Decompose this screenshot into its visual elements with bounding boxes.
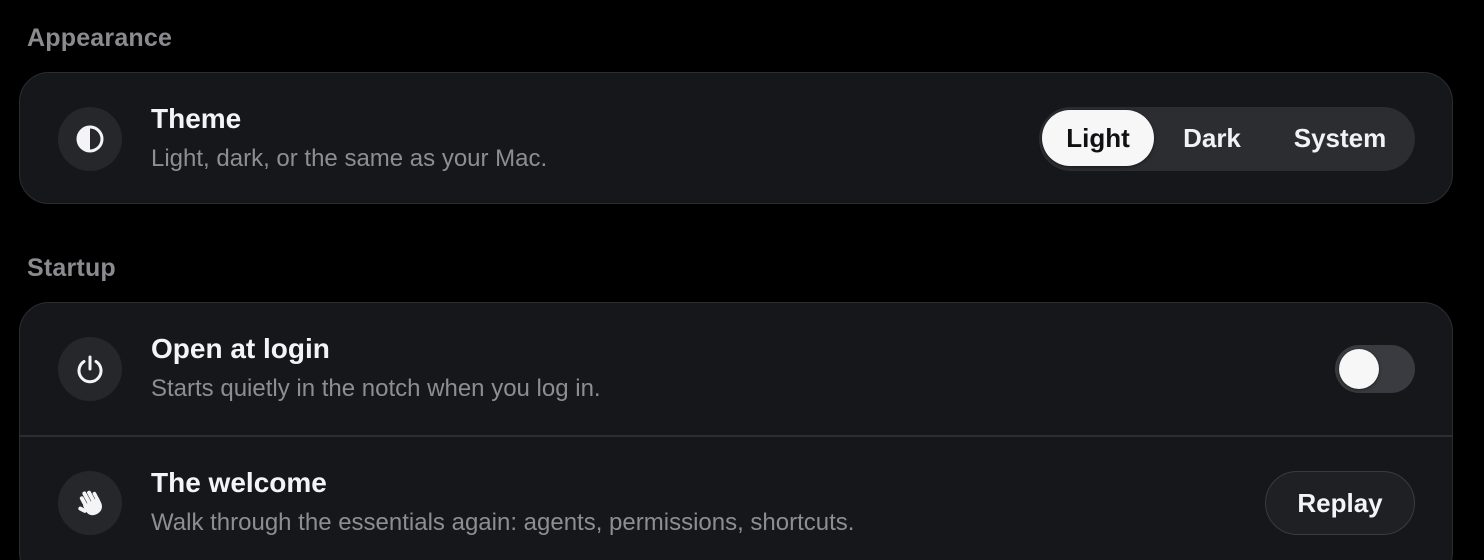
theme-row: Theme Light, dark, or the same as your M…	[20, 73, 1452, 203]
welcome-title: The welcome	[151, 467, 327, 498]
half-circle-icon	[58, 107, 122, 171]
theme-subtitle: Light, dark, or the same as your Mac.	[151, 145, 548, 172]
welcome-row: The welcome Walk through the essentials …	[20, 436, 1452, 560]
appearance-card: Theme Light, dark, or the same as your M…	[19, 72, 1453, 204]
startup-card: Open at login Starts quietly in the notc…	[19, 302, 1453, 560]
open-at-login-toggle[interactable]	[1335, 345, 1415, 393]
settings-page: Appearance Theme Light, dark, or the sam…	[0, 0, 1484, 560]
open-at-login-title: Open at login	[151, 333, 330, 364]
startup-section-heading: Startup	[27, 254, 116, 282]
open-at-login-subtitle: Starts quietly in the notch when you log…	[151, 375, 601, 402]
appearance-section-heading: Appearance	[27, 24, 173, 52]
theme-option-dark[interactable]: Dark	[1156, 110, 1268, 166]
power-icon	[58, 337, 122, 401]
theme-title: Theme	[151, 103, 242, 134]
toggle-knob	[1339, 349, 1379, 389]
theme-option-system[interactable]: System	[1270, 110, 1410, 166]
replay-button[interactable]: Replay	[1265, 471, 1415, 535]
theme-segmented-control: Light Dark System	[1039, 107, 1415, 171]
waving-hand-icon	[58, 471, 122, 535]
theme-option-light[interactable]: Light	[1042, 110, 1154, 166]
welcome-subtitle: Walk through the essentials again: agent…	[151, 509, 855, 536]
open-at-login-row: Open at login Starts quietly in the notc…	[20, 303, 1452, 436]
